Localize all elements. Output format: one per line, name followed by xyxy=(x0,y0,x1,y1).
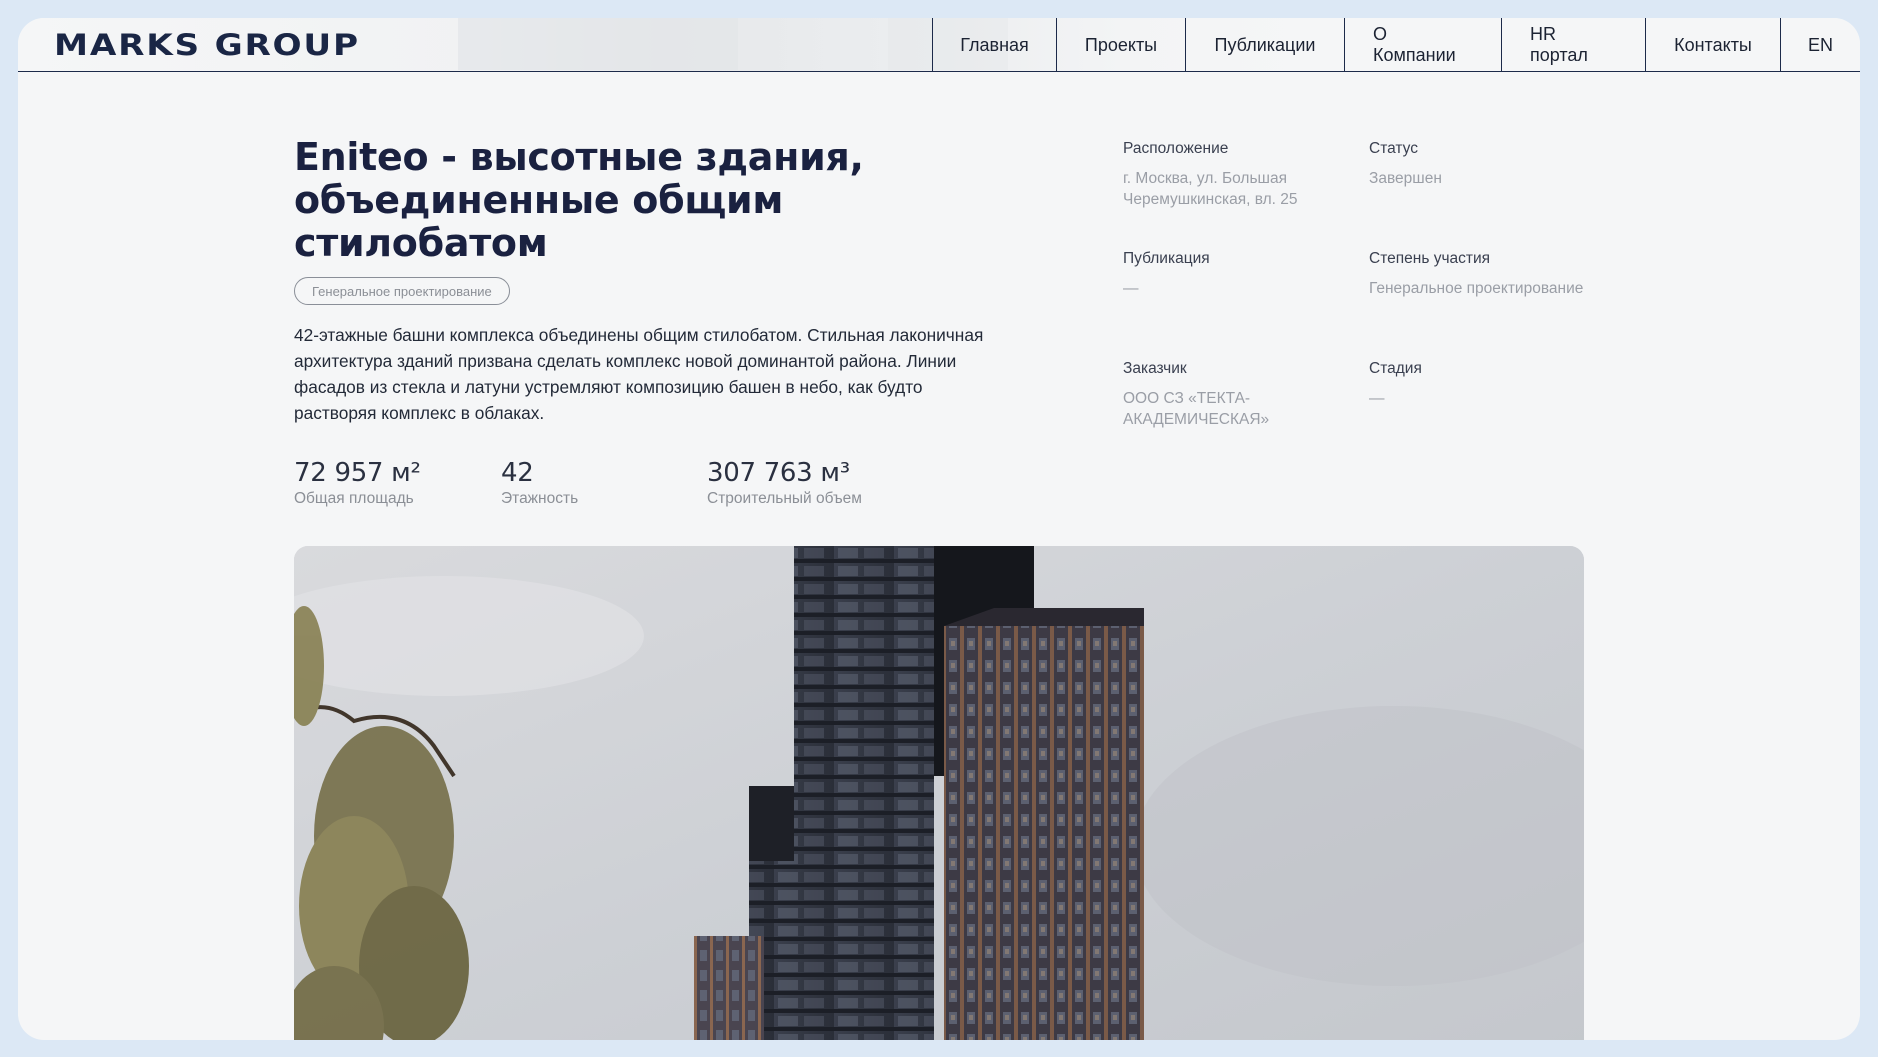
meta-client: Заказчик ООО СЗ «ТЕКТА-АКАДЕМИЧЕСКАЯ» xyxy=(1123,360,1343,430)
meta-label: Публикация xyxy=(1123,250,1210,267)
project-description: 42-этажные башни комплекса объединены об… xyxy=(294,325,984,423)
logo[interactable]: MARKS GROUP xyxy=(54,28,360,62)
site-header: MARKS GROUP Главная Проекты Публикации О… xyxy=(18,18,1860,72)
stat-value: 42 xyxy=(501,458,534,488)
project-category-tag[interactable]: Генеральное проектирование xyxy=(294,277,510,305)
meta-label: Стадия xyxy=(1369,360,1422,377)
meta-value: Завершен xyxy=(1369,170,1442,187)
meta-value: — xyxy=(1123,280,1139,297)
meta-value: г. Москва, ул. Большая Черемушкинская, в… xyxy=(1123,170,1298,208)
nav-item-about[interactable]: О Компании xyxy=(1344,18,1501,72)
meta-label: Степень участия xyxy=(1369,250,1491,267)
building-render-illustration xyxy=(294,546,1584,1040)
meta-value: Генеральное проектирование xyxy=(1369,280,1584,297)
meta-status: Статус Завершен xyxy=(1369,140,1589,189)
stat-label: Общая площадь xyxy=(294,490,414,507)
stat-value: 72 957 м² xyxy=(294,458,421,488)
meta-participation: Степень участия Генеральное проектирован… xyxy=(1369,250,1589,299)
meta-publication: Публикация — xyxy=(1123,250,1343,299)
stat-label: Этажность xyxy=(501,490,579,507)
meta-label: Статус xyxy=(1369,140,1418,157)
stat-area: 72 957 м² Общая площадь xyxy=(294,458,421,508)
header-bg-decoration xyxy=(458,18,738,70)
nav-item-home[interactable]: Главная xyxy=(932,18,1056,72)
meta-value: — xyxy=(1369,390,1385,407)
meta-label: Расположение xyxy=(1123,140,1229,157)
meta-value: ООО СЗ «ТЕКТА-АКАДЕМИЧЕСКАЯ» xyxy=(1123,390,1270,428)
language-switch[interactable]: EN xyxy=(1780,18,1860,72)
nav-item-hr-portal[interactable]: HR портал xyxy=(1501,18,1645,72)
stat-label: Строительный объем xyxy=(707,490,862,507)
nav-item-projects[interactable]: Проекты xyxy=(1056,18,1185,72)
main-nav: Главная Проекты Публикации О Компании HR… xyxy=(932,18,1860,72)
page-frame: MARKS GROUP Главная Проекты Публикации О… xyxy=(18,18,1860,1040)
meta-location: Расположение г. Москва, ул. Большая Чере… xyxy=(1123,140,1343,210)
project-title: Eniteo - высотные здания, объединенные о… xyxy=(294,135,864,265)
stat-floors: 42 Этажность xyxy=(501,458,578,508)
meta-label: Заказчик xyxy=(1123,360,1187,377)
nav-item-publications[interactable]: Публикации xyxy=(1185,18,1344,72)
meta-stage: Стадия — xyxy=(1369,360,1589,409)
stat-volume: 307 763 м³ Строительный объем xyxy=(707,458,862,508)
nav-item-contacts[interactable]: Контакты xyxy=(1645,18,1780,72)
stat-value: 307 763 м³ xyxy=(707,458,850,488)
building-render-image xyxy=(294,546,1584,1040)
